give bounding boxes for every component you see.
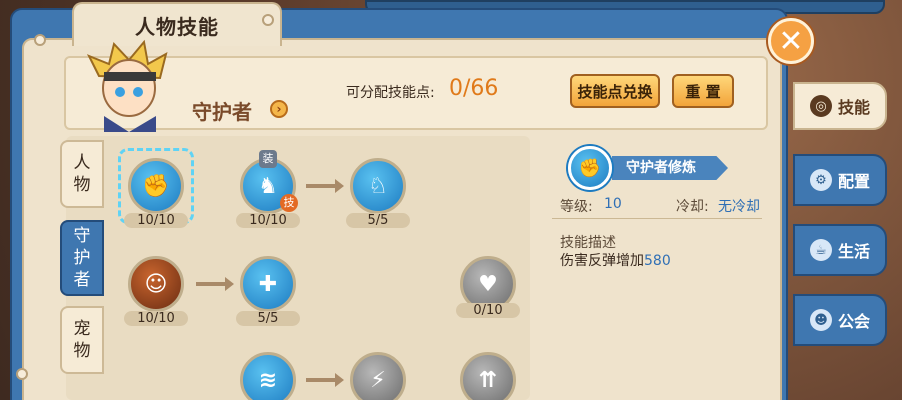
binder-ring	[16, 368, 28, 380]
description-value: 580	[644, 253, 671, 269]
people-icon: ☻	[809, 309, 832, 331]
skill-points-label: 可分配技能点:	[346, 85, 435, 101]
skill-level: 10/10	[236, 213, 300, 228]
tab-character-char: 人	[73, 153, 91, 173]
skill-arrow	[196, 277, 234, 291]
tab-skills-label: 技能	[837, 98, 870, 117]
skill-guardian-training[interactable]: ✊	[128, 158, 184, 214]
binder-ring	[34, 34, 46, 46]
level-label: 等级:	[560, 199, 593, 215]
layers-icon: ≋	[258, 367, 278, 393]
skill-arrow	[306, 179, 344, 193]
skill-panther[interactable]: ♘	[350, 158, 406, 214]
arrows-up-icon: ⇈	[478, 367, 498, 393]
skill-lightning-shield[interactable]: ⚡	[350, 352, 406, 400]
tab-guild-label: 公会	[837, 312, 870, 331]
reset-button[interactable]: 重 置	[672, 74, 734, 108]
equipped-badge: 装	[259, 150, 277, 168]
skill-shield-heal[interactable]: ✚	[240, 256, 296, 312]
gear-icon: ⚙	[809, 169, 832, 191]
description-title: 技能描述	[560, 235, 616, 251]
skill-level: 10/10	[124, 311, 188, 326]
skill-point-exchange-button[interactable]: 技能点兑换	[570, 74, 660, 108]
shield-plus-icon: ✚	[258, 271, 278, 297]
lightning-icon: ⚡	[370, 367, 386, 393]
tab-guardian-char: 者	[73, 270, 91, 290]
tab-guardian[interactable]: 守 护 者	[60, 220, 104, 296]
fist-icon: ✊	[142, 173, 170, 199]
skill-level: 5/5	[236, 311, 300, 326]
tab-pet[interactable]: 宠 物	[60, 306, 104, 374]
cup-icon: ☕	[809, 239, 832, 261]
tab-guardian-char: 护	[73, 248, 91, 268]
tab-guardian-char: 守	[73, 226, 91, 246]
level-value: 10	[604, 196, 622, 212]
skill-detail-icon: ✊	[568, 146, 612, 190]
skill-badge: 技	[280, 194, 298, 212]
description-text: 伤害反弹增加580	[560, 250, 671, 270]
cooldown-label: 冷却:	[676, 199, 709, 215]
skill-layers[interactable]: ≋	[240, 352, 296, 400]
tab-config-label: 配置	[837, 172, 870, 191]
lion-icon: ♞	[258, 173, 278, 199]
tab-pet-char: 物	[73, 341, 91, 361]
description-body: 伤害反弹增加	[560, 253, 644, 269]
detail-divider	[552, 218, 762, 219]
skill-mask[interactable]: ☺	[128, 256, 184, 312]
tab-life[interactable]: ☕ 生活	[793, 224, 887, 276]
close-button[interactable]: ✕	[768, 18, 814, 64]
mask-icon: ☺	[144, 271, 168, 297]
compass-icon: ◎	[809, 95, 832, 117]
fist-icon: ✊	[578, 157, 602, 179]
skill-points-value: 0/66	[449, 76, 499, 101]
skill-arrows-up[interactable]: ⇈	[460, 352, 516, 400]
skill-arrow	[306, 373, 344, 387]
tab-guild[interactable]: ☻ 公会	[793, 294, 887, 346]
skill-level: 5/5	[346, 213, 410, 228]
tab-config[interactable]: ⚙ 配置	[793, 154, 887, 206]
close-icon: ✕	[778, 23, 804, 59]
tab-character-char: 物	[73, 175, 91, 195]
character-avatar	[86, 39, 168, 132]
tab-skills[interactable]: ◎ 技能	[793, 82, 887, 130]
skill-level: 0/10	[456, 303, 520, 318]
cooldown-value: 无冷却	[718, 199, 760, 215]
chevron-right-icon: ›	[276, 102, 282, 116]
skill-level: 10/10	[124, 213, 188, 228]
tab-character[interactable]: 人 物	[60, 140, 104, 208]
binder-ring	[262, 14, 274, 26]
panther-icon: ♘	[368, 173, 388, 199]
role-name: 守护者	[192, 100, 252, 124]
tab-pet-char: 宠	[73, 319, 91, 339]
role-switch-button[interactable]: ›	[270, 100, 288, 118]
heart-plus-icon: ♥	[478, 271, 498, 297]
tab-life-label: 生活	[837, 242, 870, 261]
skill-detail-name: 守护者修炼	[612, 156, 728, 180]
